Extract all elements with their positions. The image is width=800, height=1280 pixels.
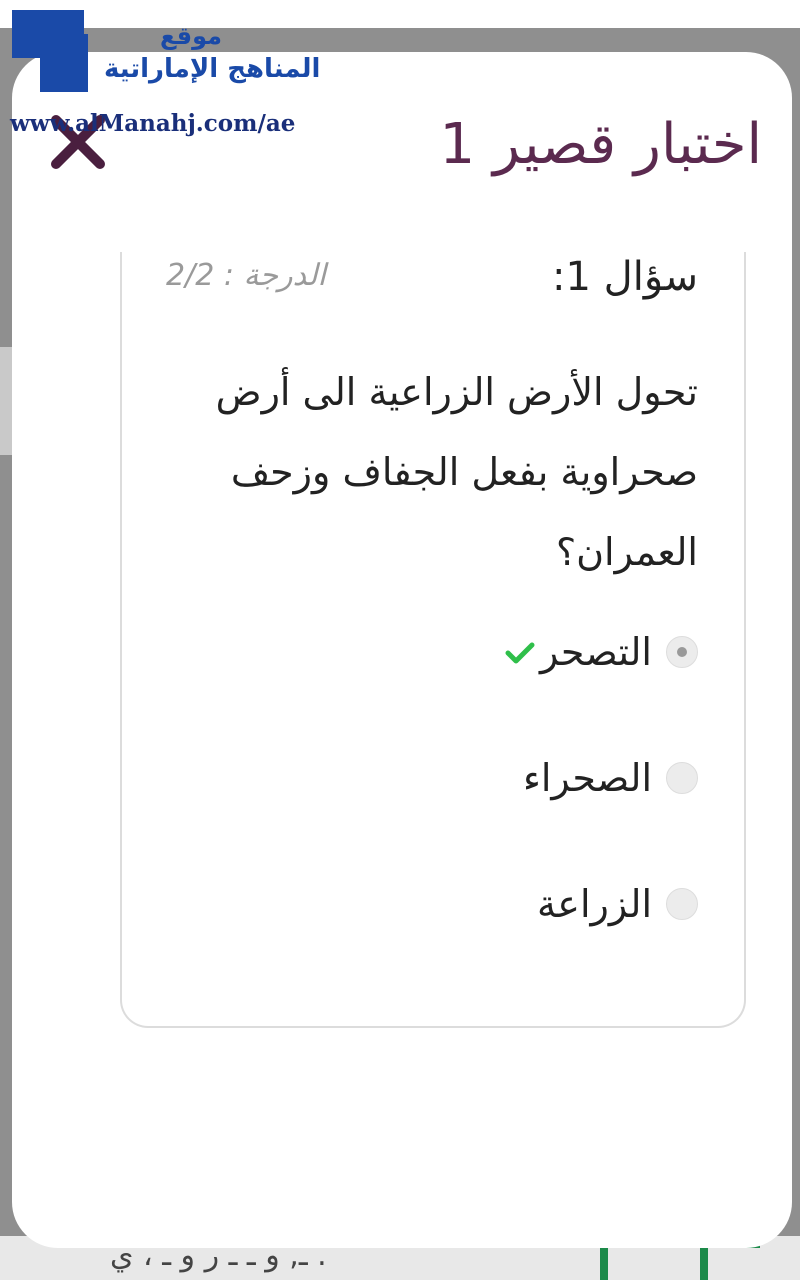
option-1[interactable]: التصحر bbox=[504, 622, 698, 682]
radio-selected[interactable] bbox=[666, 636, 698, 668]
quiz-dialog: اختبار قصير 1 سؤال 1: الدرجة : 2/2 تحول … bbox=[12, 52, 792, 1248]
watermark-text: موقع bbox=[160, 22, 223, 50]
dialog-title: اختبار قصير 1 bbox=[439, 112, 762, 177]
option-label: الزراعة bbox=[536, 882, 652, 926]
question-text: تحول الأرض الزراعية الى أرض صحراوية بفعل… bbox=[215, 370, 698, 574]
option-label: التصحر bbox=[539, 630, 652, 674]
status-strip bbox=[0, 0, 800, 28]
radio-unselected[interactable] bbox=[666, 762, 698, 794]
question-card: سؤال 1: الدرجة : 2/2 تحول الأرض الزراعية… bbox=[120, 252, 746, 1028]
question-number: سؤال 1: bbox=[551, 254, 698, 300]
check-icon bbox=[505, 642, 535, 664]
watermark-logo bbox=[40, 34, 88, 92]
option-3[interactable]: الزراعة bbox=[537, 874, 698, 934]
option-2[interactable]: الصحراء bbox=[523, 748, 698, 808]
watermark-text: المناهج الإماراتية bbox=[104, 54, 321, 84]
radio-unselected[interactable] bbox=[666, 888, 698, 920]
question-grade: الدرجة : 2/2 bbox=[166, 258, 326, 293]
option-label: الصحراء bbox=[522, 756, 652, 800]
watermark-url: www.alManahj.com/ae bbox=[10, 110, 296, 137]
